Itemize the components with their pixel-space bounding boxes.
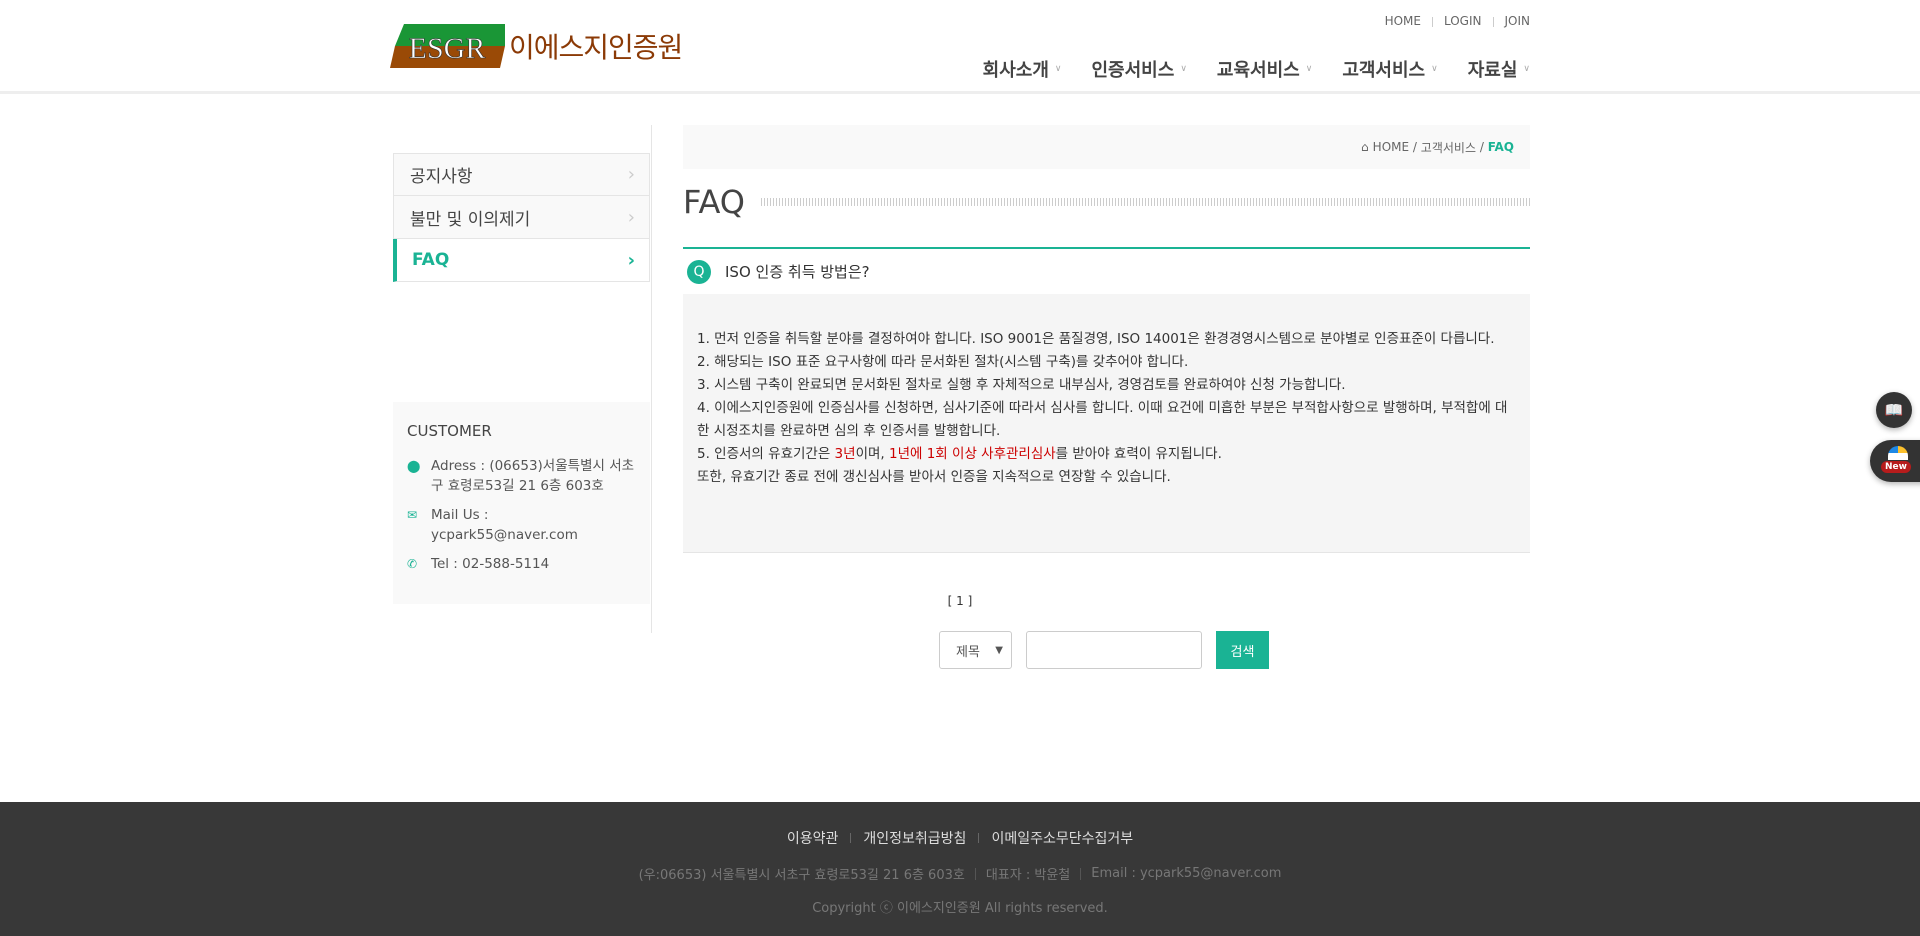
sidebar-item-label: 불만 및 이의제기 — [410, 209, 531, 230]
mail-icon: ✉ — [407, 508, 418, 522]
select-value: 제목 — [956, 644, 980, 660]
gauge-icon — [1888, 446, 1908, 460]
email-refusal-link[interactable]: 이메일주소무단수집거부 — [991, 828, 1133, 848]
divider — [978, 833, 980, 843]
customer-title: CUSTOMER — [407, 422, 492, 440]
chevron-down-icon: ∨ — [1305, 64, 1313, 74]
text: 를 받아야 효력이 유지됩니다. — [1055, 446, 1222, 462]
pagination[interactable]: [ 1 ] — [0, 594, 1920, 608]
sidebar-item-complaints[interactable]: 불만 및 이의제기 › — [393, 196, 650, 239]
breadcrumb-sep: / — [1412, 140, 1417, 154]
terms-link[interactable]: 이용약관 — [787, 828, 839, 848]
text: 이며, — [855, 446, 889, 462]
home-link[interactable]: HOME — [1385, 14, 1421, 30]
search-button[interactable]: 검색 — [1216, 631, 1269, 669]
nav-label: 고객서비스 — [1342, 60, 1426, 81]
divider — [651, 125, 652, 633]
chevron-down-icon: ▼ — [995, 644, 1003, 656]
breadcrumb-section[interactable]: 고객서비스 — [1421, 139, 1476, 156]
divider — [974, 867, 976, 880]
chevron-right-icon: › — [627, 206, 635, 228]
main-nav: 회사소개 ∨ 인증서비스 ∨ 교육서비스 ∨ 고객서비스 ∨ 자료실 ∨ — [953, 56, 1530, 82]
logo[interactable]: ESGR 이에스지인증원 — [390, 24, 683, 68]
mail-text: Mail Us : ycpark55@naver.com — [431, 507, 578, 543]
answer-line: 5. 인증서의 유효기간은 3년이며, 1년에 1회 이상 사후관리심사를 받아… — [697, 443, 1516, 466]
new-badge: New — [1881, 461, 1911, 473]
copyright: Copyright ⓒ 이에스지인증원 All rights reserved. — [812, 901, 1108, 916]
tel-text: Tel : 02-588-5114 — [431, 556, 550, 572]
breadcrumb-current: FAQ — [1487, 140, 1514, 154]
sidebar-item-label: 공지사항 — [410, 167, 473, 187]
chevron-right-icon: › — [627, 249, 635, 271]
divider — [850, 833, 852, 843]
search-bar: 제목 ▼ 검색 — [939, 631, 1269, 669]
nav-label: 교육서비스 — [1216, 60, 1300, 81]
chevron-right-icon: › — [627, 164, 635, 185]
answer-line: 또한, 유효기간 종료 전에 갱신심사를 받아서 인증을 지속적으로 연장할 수… — [697, 469, 1171, 485]
chevron-down-icon: ∨ — [1180, 64, 1187, 74]
divider — [1080, 867, 1082, 880]
phone-icon: ✆ — [407, 557, 418, 571]
customer-info-box: CUSTOMER ⬤ Adress : (06653)서울특별시 서초구 효령로5… — [393, 402, 650, 604]
nav-company[interactable]: 회사소개 ∨ — [983, 56, 1062, 82]
answer-line: 3. 시스템 구축이 완료되면 문서화된 절차로 실행 후 자체적으로 내부심사… — [697, 377, 1346, 393]
sidebar-menu: 공지사항 › 불만 및 이의제기 › FAQ › — [393, 153, 650, 282]
chevron-down-icon: ∨ — [1431, 64, 1438, 74]
book-icon[interactable]: 📖 — [1876, 392, 1912, 428]
site-footer: 이용약관 개인정보취급방침 이메일주소무단수집거부 (우:06653) 서울특별… — [0, 802, 1920, 936]
page-title-row: FAQ — [683, 180, 1530, 224]
faq-answer: 1. 먼저 인증을 취득할 분야를 결정하여야 합니다. ISO 9001은 품… — [683, 294, 1530, 553]
question-text: ISO 인증 취득 방법은? — [725, 263, 870, 281]
divider — [1492, 17, 1494, 27]
floating-new-button[interactable]: New — [1870, 440, 1920, 482]
logo-mark: ESGR — [390, 24, 505, 68]
sidebar-item-label: FAQ — [412, 250, 450, 270]
map-pin-icon: ⬤ — [407, 459, 421, 473]
breadcrumb-sep: / — [1479, 140, 1484, 154]
nav-label: 회사소개 — [982, 60, 1049, 81]
join-link[interactable]: JOIN — [1505, 14, 1531, 30]
answer-line: 2. 해당되는 ISO 표준 요구사항에 따라 문서화된 절차(시스템 구축)를… — [697, 354, 1189, 370]
login-link[interactable]: LOGIN — [1444, 14, 1482, 30]
search-input[interactable] — [1026, 631, 1202, 669]
address-text: Adress : (06653)서울특별시 서초구 효령로53길 21 6층 6… — [431, 458, 635, 494]
highlight-text: 3년 — [834, 446, 856, 462]
footer-address: (우:06653) 서울특별시 서초구 효령로53길 21 6층 603호 — [638, 868, 965, 883]
site-header: ESGR 이에스지인증원 HOME LOGIN JOIN 회사소개 ∨ 인증서비스… — [0, 0, 1920, 94]
question-badge: Q — [687, 259, 711, 284]
sidebar-item-faq[interactable]: FAQ › — [393, 239, 650, 282]
faq-question[interactable]: Q ISO 인증 취득 방법은? — [683, 247, 1530, 294]
nav-customer[interactable]: 고객서비스 ∨ — [1342, 56, 1437, 82]
chevron-down-icon: ∨ — [1054, 64, 1062, 74]
home-icon: ⌂ — [1361, 140, 1369, 154]
sidebar-item-notice[interactable]: 공지사항 › — [393, 153, 650, 196]
nav-resources[interactable]: 자료실 ∨ — [1468, 56, 1530, 82]
breadcrumb-home[interactable]: HOME — [1373, 140, 1409, 154]
page-title: FAQ — [683, 183, 745, 221]
highlight-text: 1년에 1회 이상 사후관리심사 — [889, 446, 1056, 462]
title-decoration — [760, 198, 1530, 206]
chevron-down-icon: ∨ — [1523, 64, 1530, 74]
svg-text:ESGR: ESGR — [409, 32, 486, 65]
nav-certification[interactable]: 인증서비스 ∨ — [1092, 56, 1187, 82]
nav-label: 자료실 — [1467, 60, 1518, 81]
search-field-select[interactable]: 제목 ▼ — [939, 631, 1012, 669]
privacy-link[interactable]: 개인정보취급방침 — [863, 828, 966, 848]
footer-email: Email : ycpark55@naver.com — [1091, 866, 1282, 881]
logo-text: 이에스지인증원 — [509, 31, 683, 64]
answer-line: 4. 이에스지인증원에 인증심사를 신청하면, 심사기준에 따라서 심사를 합니… — [697, 400, 1508, 439]
breadcrumb: ⌂ HOME / 고객서비스 / FAQ — [683, 125, 1530, 169]
text: 5. 인증서의 유효기간은 — [697, 446, 835, 462]
divider — [1431, 17, 1433, 27]
nav-education[interactable]: 교육서비스 ∨ — [1217, 56, 1312, 82]
answer-line: 1. 먼저 인증을 취득할 분야를 결정하여야 합니다. ISO 9001은 품… — [697, 331, 1495, 347]
footer-ceo: 대표자 : 박윤철 — [985, 868, 1071, 883]
nav-label: 인증서비스 — [1091, 60, 1175, 81]
top-links: HOME LOGIN JOIN — [1385, 14, 1530, 30]
